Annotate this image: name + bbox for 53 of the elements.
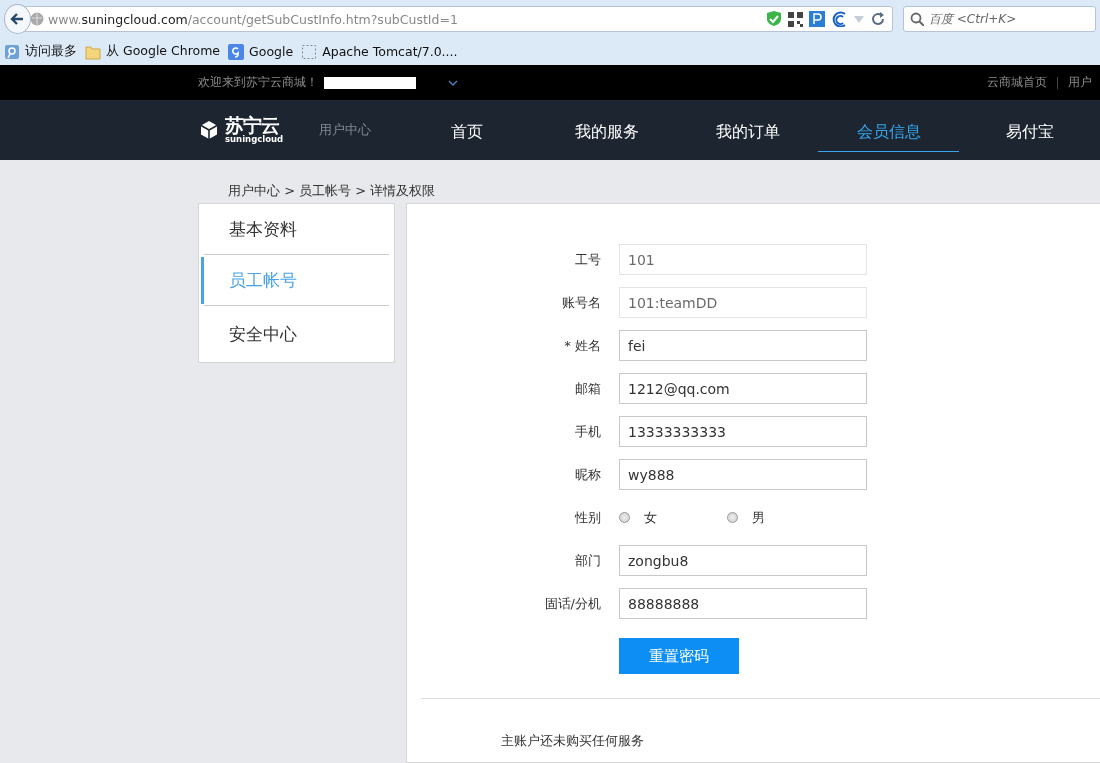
- field-label: 工号: [574, 250, 601, 269]
- input-field[interactable]: wy888: [619, 459, 867, 490]
- field-label: * 姓名: [563, 336, 601, 355]
- input-field[interactable]: zongbu8: [619, 545, 867, 576]
- section-title: 用户中心: [319, 121, 372, 139]
- radio-button[interactable]: [619, 512, 630, 523]
- magnifier-page-icon: [4, 43, 20, 60]
- field-label: 邮箱: [574, 379, 601, 398]
- bookmark-item[interactable]: Apache Tomcat/7.0....: [301, 43, 458, 60]
- radio-label: 男: [752, 508, 765, 527]
- shield-check-icon[interactable]: [766, 11, 782, 27]
- input-field[interactable]: 1212@qq.com: [619, 373, 867, 404]
- search-icon: [910, 12, 924, 26]
- sidebar-item[interactable]: 安全中心: [204, 306, 389, 362]
- address-bar[interactable]: www.suningcloud.com/account/getSubCustInfo.htm?subCustId=1: [25, 6, 893, 32]
- field-label: 性别: [574, 508, 601, 527]
- top-link[interactable]: 用户: [1068, 74, 1092, 91]
- bookmark-item[interactable]: 访问最多: [4, 43, 77, 60]
- hexagon-cube-icon: [198, 119, 220, 141]
- input-field[interactable]: 88888888: [619, 588, 867, 619]
- radio-button[interactable]: [727, 512, 738, 523]
- search-box[interactable]: 百度 <Ctrl+K>: [903, 6, 1096, 32]
- url-text: www.suningcloud.com/account/getSubCustInfo.htm?subCustId=1: [48, 11, 459, 27]
- qr-code-icon[interactable]: [788, 11, 803, 27]
- input-field[interactable]: 13333333333: [619, 416, 867, 447]
- chevron-down-icon[interactable]: [448, 79, 458, 86]
- field-label: 固话/分机: [543, 594, 601, 613]
- field-label: 手机: [574, 422, 601, 441]
- input-field[interactable]: fei: [619, 330, 867, 361]
- bookmark-item[interactable]: Google: [228, 43, 294, 60]
- p-square-icon[interactable]: [809, 11, 825, 27]
- folder-icon: [85, 43, 101, 60]
- google-g-icon: [228, 43, 245, 60]
- back-button[interactable]: [4, 4, 31, 34]
- back-arrow-icon: [10, 12, 25, 26]
- nav-tab[interactable]: 我的订单: [677, 100, 819, 160]
- reload-icon[interactable]: [871, 12, 886, 26]
- logo[interactable]: 苏宁云 suningcloud: [198, 116, 284, 144]
- crescent-icon[interactable]: [831, 11, 847, 27]
- nav-tab[interactable]: 我的服务: [536, 100, 678, 160]
- radio-label: 女: [644, 508, 657, 527]
- nav-tab[interactable]: 首页: [396, 100, 537, 160]
- bookmark-item[interactable]: 从 Google Chrome: [85, 43, 221, 60]
- field-label: 昵称: [574, 465, 601, 484]
- field-label: 部门: [574, 551, 601, 570]
- nav-tab[interactable]: 易付宝: [959, 100, 1100, 160]
- welcome-text: 欢迎来到苏宁云商城！: [198, 74, 318, 91]
- dashed-square-icon: [301, 43, 318, 60]
- top-link[interactable]: 云商城首页: [987, 74, 1047, 91]
- field-label: 账号名: [561, 293, 601, 312]
- services-note: 主账户还未购买任何服务: [501, 732, 645, 750]
- sidebar-item[interactable]: 基本资料: [204, 204, 389, 255]
- globe-icon: [30, 12, 44, 26]
